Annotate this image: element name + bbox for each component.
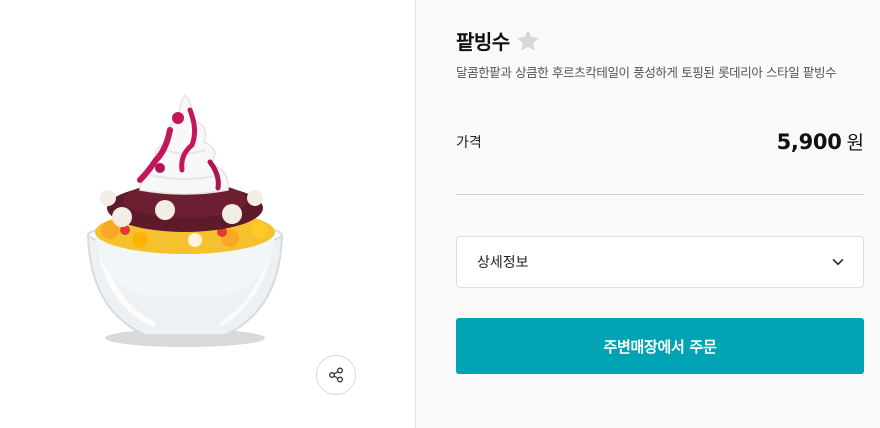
price-divider [456,194,864,195]
order-nearby-store-button[interactable]: 주변매장에서 주문 [456,318,864,374]
chevron-down-icon [832,259,844,266]
title-row: 팥빙수 [456,26,540,55]
star-icon[interactable] [516,29,540,53]
share-icon [329,367,343,383]
product-info-panel: 팥빙수 달콤한팥과 상큼한 후르츠칵테일이 풍성하게 토핑된 롯데리아 스타일 … [416,0,880,428]
price-amount: 5,900 [776,130,842,154]
share-button[interactable] [316,355,356,395]
product-image-panel [0,0,415,428]
product-description: 달콤한팥과 상큼한 후르츠칵테일이 풍성하게 토핑된 롯데리아 스타일 팥빙수 [456,65,837,80]
order-button-label: 주변매장에서 주문 [603,337,717,356]
detail-info-dropdown[interactable]: 상세정보 [456,236,864,288]
product-image [86,93,284,347]
detail-info-label: 상세정보 [477,255,529,271]
product-title: 팥빙수 [456,30,510,54]
price-unit: 원 [846,132,864,154]
price-value: 5,900 원 [777,128,864,155]
price-label: 가격 [456,135,482,151]
